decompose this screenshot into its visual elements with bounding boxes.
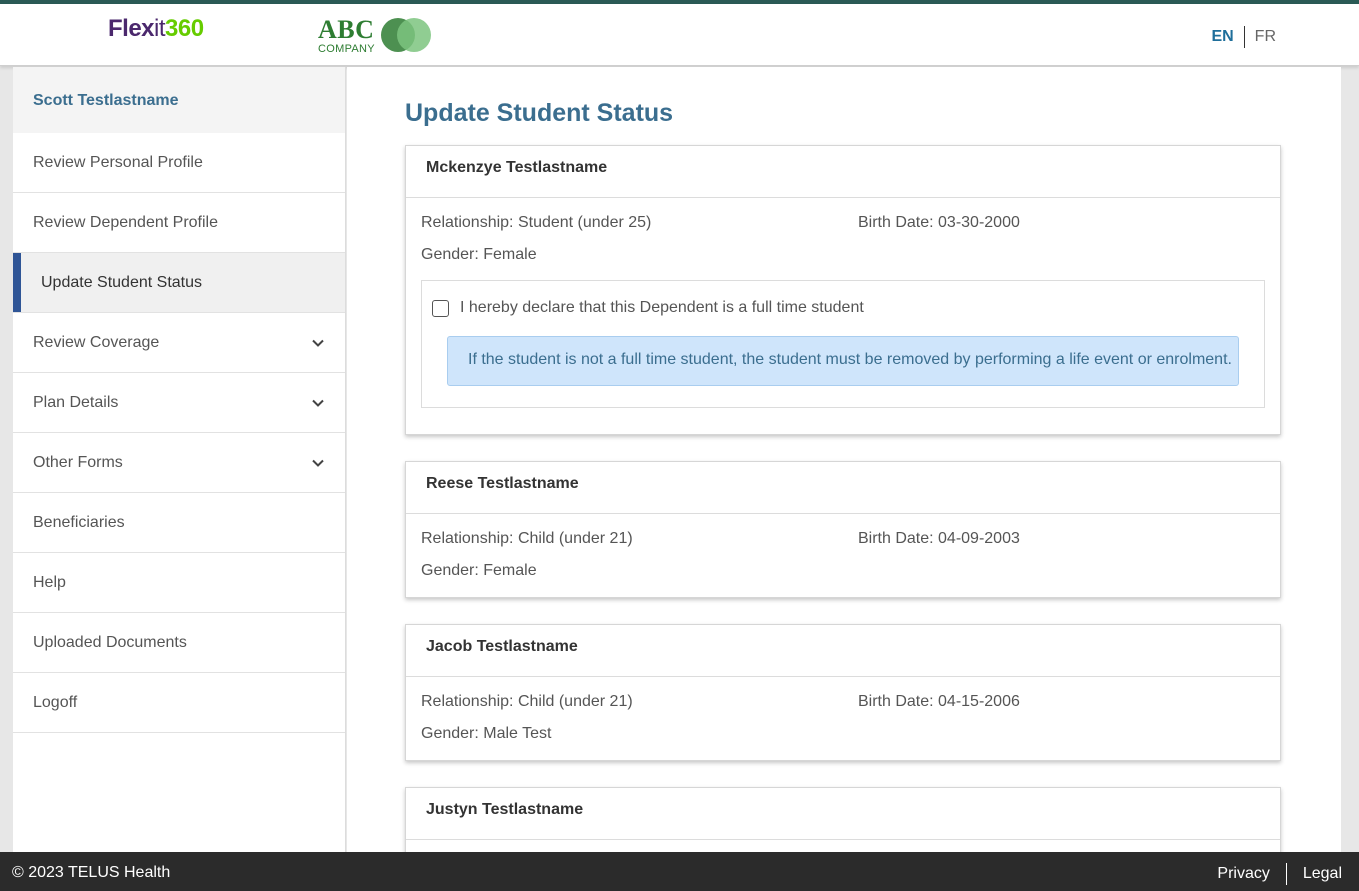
dependent-card: Reese Testlastname Relationship: Child (… — [405, 461, 1281, 598]
sidebar-item-label: Update Student Status — [41, 273, 202, 291]
logo-text-flex: Flex — [108, 15, 155, 42]
sidebar-item-label: Logoff — [33, 693, 78, 711]
student-declaration-label: I hereby declare that this Dependent is … — [460, 299, 864, 316]
dependent-name: Jacob Testlastname — [406, 625, 1280, 677]
flexit360-logo[interactable]: Flexit360 — [108, 16, 204, 42]
dependent-birth-date: Birth Date: 03-30-2000 — [858, 214, 1020, 231]
dependent-gender: Gender: Female — [421, 562, 537, 579]
dependent-relationship: Relationship: Child (under 21) — [421, 693, 633, 710]
dependent-relationship: Relationship: Child (under 21) — [421, 530, 633, 547]
dependent-gender: Gender: Female — [421, 246, 537, 263]
logo-text-360: 360 — [165, 15, 204, 42]
dependent-name: Justyn Testlastname — [406, 788, 1280, 840]
dependent-details: Relationship: Child (under 21) Birth Dat… — [406, 683, 1280, 747]
dependent-card: Justyn Testlastname — [405, 787, 1281, 852]
dependent-info-row: Gender: Female — [421, 552, 1265, 584]
sidebar-item-label: Plan Details — [33, 393, 119, 411]
sidebar-item-update-student-status[interactable]: Update Student Status — [13, 253, 345, 313]
sidebar-item-label: Help — [33, 573, 66, 591]
sidebar-item-label: Other Forms — [33, 453, 123, 471]
company-logo-circles-icon — [381, 18, 431, 52]
sidebar-item-label: Uploaded Documents — [33, 633, 187, 651]
chevron-down-icon — [312, 399, 324, 407]
sidebar-item-beneficiaries[interactable]: Beneficiaries — [13, 493, 345, 553]
company-logo: ABC COMPANY — [318, 16, 438, 56]
student-declaration-row[interactable]: I hereby declare that this Dependent is … — [432, 299, 1239, 317]
sidebar-item-review-personal-profile[interactable]: Review Personal Profile — [13, 133, 345, 193]
sidebar-item-uploaded-documents[interactable]: Uploaded Documents — [13, 613, 345, 673]
logo-text-it: it — [154, 15, 166, 42]
dependent-birth-date: Birth Date: 04-15-2006 — [858, 693, 1020, 710]
dependent-card: Jacob Testlastname Relationship: Child (… — [405, 624, 1281, 761]
dependent-card: Mckenzye Testlastname Relationship: Stud… — [405, 145, 1281, 435]
dependent-name: Mckenzye Testlastname — [406, 146, 1280, 198]
chevron-down-icon — [312, 459, 324, 467]
company-logo-name: ABC — [318, 15, 375, 44]
sidebar-item-label: Review Dependent Profile — [33, 213, 218, 231]
dependent-details: Relationship: Child (under 21) Birth Dat… — [406, 520, 1280, 584]
dependent-birth-date: Birth Date: 04-09-2003 — [858, 530, 1020, 547]
main-content: Update Student Status Mckenzye Testlastn… — [347, 67, 1341, 852]
dependent-info-row: Gender: Male Test — [421, 715, 1265, 747]
student-declaration-box: I hereby declare that this Dependent is … — [421, 280, 1265, 408]
dependent-info-row: Relationship: Student (under 25) Birth D… — [421, 204, 1265, 236]
sidebar-nav: Scott Testlastname Review Personal Profi… — [13, 67, 346, 852]
dependent-info-row: Relationship: Child (under 21) Birth Dat… — [421, 683, 1265, 715]
sidebar-item-other-forms[interactable]: Other Forms — [13, 433, 345, 493]
chevron-down-icon — [312, 339, 324, 347]
sidebar-item-review-dependent-profile[interactable]: Review Dependent Profile — [13, 193, 345, 253]
student-info-alert: If the student is not a full time studen… — [447, 336, 1239, 386]
dependent-info-row: Relationship: Child (under 21) Birth Dat… — [421, 520, 1265, 552]
sidebar-item-label: Review Personal Profile — [33, 153, 203, 171]
dependent-name: Reese Testlastname — [406, 462, 1280, 514]
sidebar-item-plan-details[interactable]: Plan Details — [13, 373, 345, 433]
privacy-link[interactable]: Privacy — [1217, 861, 1269, 887]
footer-link-divider — [1285, 863, 1287, 885]
legal-link[interactable]: Legal — [1303, 861, 1342, 887]
language-switcher: EN FR — [1211, 26, 1276, 48]
lang-fr-link[interactable]: FR — [1245, 28, 1276, 46]
sidebar-item-help[interactable]: Help — [13, 553, 345, 613]
sidebar-item-review-coverage[interactable]: Review Coverage — [13, 313, 345, 373]
page-title: Update Student Status — [405, 99, 674, 127]
sidebar-item-label: Beneficiaries — [33, 513, 125, 531]
company-logo-subtitle: COMPANY — [318, 43, 375, 55]
dependent-details: Relationship: Student (under 25) Birth D… — [406, 204, 1280, 408]
page-footer: © 2023 TELUS Health Privacy Legal — [0, 852, 1359, 891]
sidebar-item-label: Review Coverage — [33, 333, 160, 351]
full-time-student-checkbox[interactable] — [432, 299, 449, 317]
sidebar-item-logoff[interactable]: Logoff — [13, 673, 345, 733]
footer-links: Privacy Legal — [1217, 861, 1342, 887]
copyright-text: © 2023 TELUS Health — [12, 864, 171, 881]
lang-en-link[interactable]: EN — [1211, 28, 1243, 46]
sidebar-user-name: Scott Testlastname — [13, 67, 345, 133]
dependent-info-row: Gender: Female — [421, 236, 1265, 268]
app-header: Flexit360 ABC COMPANY EN FR — [0, 4, 1359, 66]
dependent-gender: Gender: Male Test — [421, 725, 552, 742]
dependent-relationship: Relationship: Student (under 25) — [421, 214, 652, 231]
